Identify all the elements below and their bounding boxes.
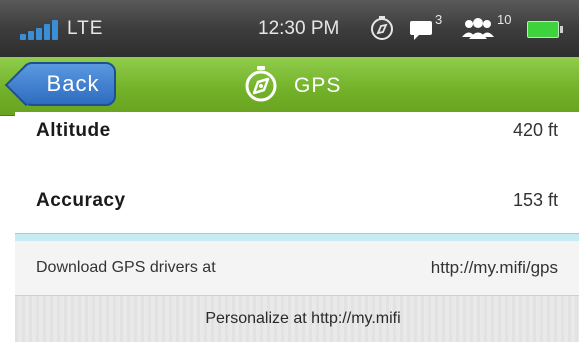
message-icon xyxy=(410,21,432,40)
signal-strength-icon xyxy=(20,20,64,40)
compass-icon xyxy=(245,66,277,102)
status-bar: LTE 12:30 PM 3 10 xyxy=(0,0,579,57)
driver-download-link[interactable]: http://my.mifi/gps xyxy=(431,258,558,278)
driver-download-row: Download GPS drivers at http://my.mifi/g… xyxy=(15,241,579,296)
driver-download-label: Download GPS drivers at xyxy=(36,259,216,276)
message-count: 3 xyxy=(435,12,443,27)
accuracy-value: 153 ft xyxy=(512,190,558,210)
gps-status-icon xyxy=(371,16,393,40)
page-title: GPS xyxy=(294,74,342,97)
back-button-label: Back xyxy=(46,71,100,96)
clock: 12:30 PM xyxy=(258,18,340,39)
altitude-value: 420 ft xyxy=(512,120,558,140)
accuracy-label: Accuracy xyxy=(36,190,126,211)
network-type: LTE xyxy=(67,18,104,39)
connected-devices-count: 10 xyxy=(497,12,512,27)
back-button[interactable]: Back xyxy=(22,62,116,106)
connected-devices-icon xyxy=(462,18,494,39)
accuracy-row: Accuracy 153 ft xyxy=(15,167,579,234)
personalize-link[interactable]: Personalize at http://my.mifi xyxy=(193,310,400,328)
title-bar: Back GPS xyxy=(0,57,579,116)
battery-icon xyxy=(527,21,563,38)
footer: Personalize at http://my.mifi xyxy=(15,296,579,342)
altitude-label: Altitude xyxy=(36,120,111,141)
